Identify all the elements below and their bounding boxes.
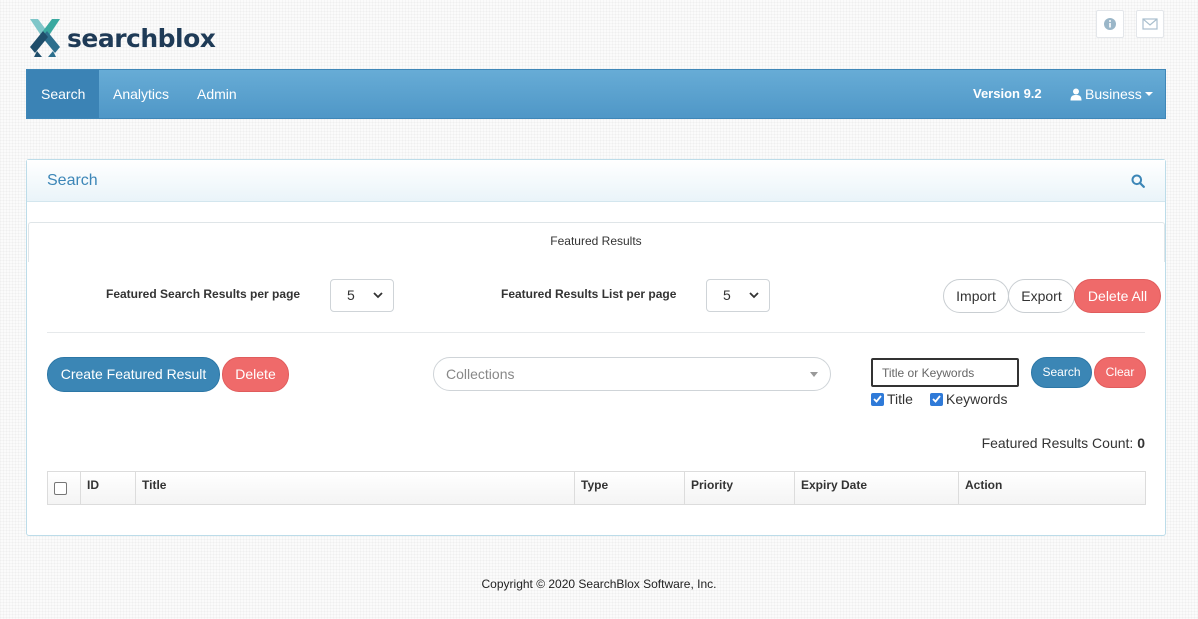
envelope-icon — [1142, 18, 1158, 30]
footer-copyright: Copyright © 2020 SearchBlox Software, In… — [481, 577, 717, 591]
search-icon[interactable] — [1131, 174, 1145, 188]
column-title[interactable]: Title — [135, 472, 575, 504]
user-menu[interactable]: Business — [1070, 70, 1153, 118]
create-featured-result-button[interactable]: Create Featured Result — [47, 357, 220, 392]
featured-results-count: Featured Results Count: 0 — [982, 435, 1145, 451]
checkmark-icon — [873, 395, 882, 403]
per-page-value: 5 — [347, 287, 355, 303]
keywords-checkbox-label: Keywords — [946, 391, 1008, 407]
chevron-down-icon — [749, 292, 759, 299]
search-button[interactable]: Search — [1031, 357, 1092, 388]
list-per-page-label: Featured Results List per page — [501, 287, 677, 301]
column-action[interactable]: Action — [958, 472, 1145, 504]
keywords-checkbox[interactable] — [930, 392, 943, 406]
column-expiry-date[interactable]: Expiry Date — [794, 472, 959, 504]
section-title: Featured Results — [550, 234, 642, 248]
dropdown-arrow-icon — [810, 372, 818, 377]
keyword-search-input[interactable] — [871, 358, 1019, 387]
title-checkbox[interactable] — [871, 392, 884, 406]
caret-down-icon — [1144, 92, 1153, 96]
search-panel: Search Featured Results Featured Search … — [26, 159, 1166, 536]
select-all-checkbox[interactable] — [54, 482, 67, 500]
nav-admin[interactable]: Admin — [183, 70, 251, 118]
searchblox-logo-icon — [30, 19, 60, 57]
brand-logo[interactable]: searchblox — [26, 17, 216, 59]
column-type[interactable]: Type — [574, 472, 685, 504]
list-per-page-value: 5 — [723, 287, 731, 303]
per-page-select[interactable]: 5 — [330, 279, 394, 312]
mail-button[interactable] — [1136, 10, 1164, 38]
info-button[interactable] — [1096, 10, 1124, 38]
count-label: Featured Results Count: — [981, 435, 1134, 451]
title-checkbox-label: Title — [887, 391, 913, 407]
export-button[interactable]: Export — [1008, 279, 1075, 313]
panel-header: Search — [27, 160, 1165, 202]
nav-search[interactable]: Search — [27, 70, 100, 118]
brand-name: searchblox — [67, 23, 216, 53]
clear-button[interactable]: Clear — [1094, 357, 1146, 388]
filter-keywords[interactable]: Keywords — [930, 391, 1007, 407]
main-navbar: Search Analytics Admin Version 9.2 Busin… — [26, 69, 1166, 119]
filter-title[interactable]: Title — [871, 391, 913, 407]
per-page-label: Featured Search Results per page — [106, 287, 301, 301]
user-name: Business — [1085, 86, 1142, 102]
delete-all-button[interactable]: Delete All — [1074, 279, 1161, 313]
info-icon — [1104, 18, 1116, 30]
checkbox-icon — [54, 482, 67, 495]
list-per-page-select[interactable]: 5 — [706, 279, 770, 312]
collections-placeholder: Collections — [446, 366, 515, 382]
count-value: 0 — [1137, 435, 1145, 451]
checkmark-icon — [932, 395, 941, 403]
column-priority[interactable]: Priority — [684, 472, 795, 504]
column-id[interactable]: ID — [80, 472, 136, 504]
nav-analytics[interactable]: Analytics — [99, 70, 183, 118]
import-button[interactable]: Import — [943, 279, 1009, 313]
collections-select[interactable]: Collections — [433, 357, 831, 391]
version-label: Version 9.2 — [973, 86, 1042, 101]
delete-button[interactable]: Delete — [222, 357, 289, 392]
chevron-down-icon — [373, 292, 383, 299]
panel-title: Search — [47, 172, 98, 189]
featured-results-table: ID Title Type Priority Expiry Date Actio… — [47, 471, 1146, 505]
user-icon — [1070, 88, 1082, 100]
divider — [47, 332, 1145, 333]
